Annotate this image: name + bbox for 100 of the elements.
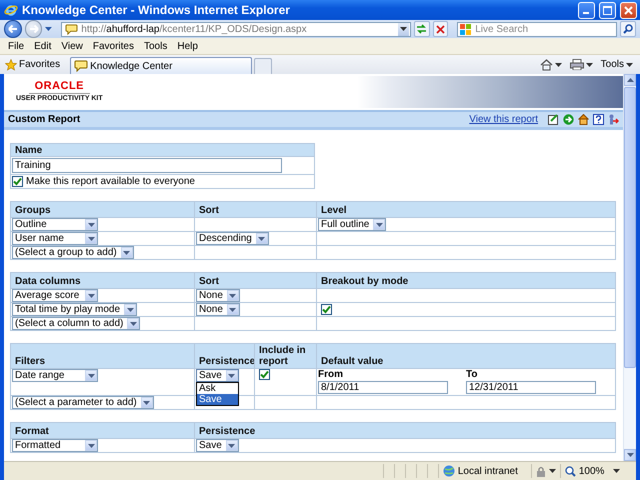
column-header: Level <box>316 202 615 217</box>
address-field[interactable]: http://ahufford-lap/kcenter11/KP_ODS/Design.aspx <box>61 22 411 36</box>
security-zone: Local intranet <box>458 466 518 476</box>
name-field[interactable]: Training <box>12 158 282 173</box>
home-icon <box>540 58 553 70</box>
refresh-button[interactable] <box>414 21 430 37</box>
printer-icon <box>570 59 584 70</box>
checkbox[interactable] <box>12 176 23 187</box>
scroll-up-button[interactable] <box>624 74 636 86</box>
menu-item[interactable]: Help <box>173 40 204 52</box>
speech-bubble-icon <box>74 60 88 72</box>
left-arrow-icon <box>8 25 18 33</box>
dropdown-arrow-icon <box>228 374 236 378</box>
menu-item[interactable]: Tools <box>140 40 174 52</box>
column-header: Include in report <box>254 344 316 368</box>
field-label: To <box>466 369 478 380</box>
dropdown[interactable]: Full outline <box>318 218 386 231</box>
column-header: Format <box>11 423 194 438</box>
column-header: Sort <box>194 202 316 217</box>
home-icon[interactable] <box>578 114 589 125</box>
maximize-button[interactable] <box>599 2 616 18</box>
column-header: Groups <box>11 202 194 217</box>
dropdown[interactable]: Average score <box>12 289 98 302</box>
menu-item[interactable]: File <box>4 40 30 52</box>
dropdown[interactable]: User name <box>12 232 98 245</box>
window-title: Knowledge Center - Windows Internet Explorer <box>22 3 291 17</box>
search-icon <box>623 24 634 34</box>
view-report-link[interactable]: View this report <box>469 114 538 125</box>
address-dropdown-button[interactable] <box>398 22 409 36</box>
dropdown-arrow-icon <box>88 374 94 378</box>
date-field[interactable]: 8/1/2011 <box>318 381 448 394</box>
globe-icon <box>442 465 455 477</box>
dropdown-arrow-icon <box>88 444 94 448</box>
dropdown[interactable]: (Select a column to add) <box>12 317 140 330</box>
date-field[interactable]: 12/31/2011 <box>466 381 596 394</box>
checkbox[interactable] <box>259 369 270 380</box>
column-header: Persistence <box>194 344 254 368</box>
dropdown-arrow-icon <box>130 322 137 326</box>
dropdown[interactable]: Total time by play mode <box>12 303 138 316</box>
dropdown[interactable]: (Select a group to add) <box>12 246 134 259</box>
menu-item[interactable]: View <box>57 40 89 52</box>
section-header: Name <box>11 144 314 156</box>
dropdown[interactable]: Save <box>196 369 239 382</box>
menu-item[interactable]: Edit <box>30 40 58 52</box>
up-arrow-icon <box>626 78 634 82</box>
field-label: From <box>318 369 344 380</box>
dropdown-arrow-icon <box>229 294 236 298</box>
dropdown-arrow-icon <box>88 294 94 298</box>
back-button[interactable] <box>4 20 22 38</box>
maximize-icon <box>603 6 612 14</box>
dropdown[interactable]: Save <box>196 439 239 452</box>
edit-document-icon[interactable] <box>548 114 559 125</box>
lock-icon <box>536 466 546 476</box>
column-header: Breakout by mode <box>316 273 615 288</box>
scroll-down-button[interactable] <box>624 449 636 461</box>
menu-item[interactable]: Favorites <box>88 40 140 52</box>
browser-logo-icon <box>4 3 18 17</box>
star-icon <box>5 58 17 70</box>
dropdown-arrow-icon <box>126 308 134 312</box>
close-icon <box>436 24 445 34</box>
dropdown[interactable]: Outline <box>12 218 98 231</box>
search-field[interactable]: Live Search <box>457 22 618 36</box>
column-header: Sort <box>194 273 316 288</box>
minimize-button[interactable] <box>578 2 595 18</box>
dropdown-option[interactable]: Save <box>197 394 238 405</box>
caret-icon <box>548 469 556 473</box>
history-dropdown-icon[interactable] <box>45 27 52 31</box>
column-header: Persistence <box>194 423 615 438</box>
speech-bubble-icon <box>65 24 78 34</box>
dropdown[interactable]: Formatted <box>12 439 98 452</box>
dropdown-option[interactable]: Ask <box>197 383 238 394</box>
caret-icon <box>626 62 633 66</box>
down-arrow-icon <box>626 453 634 457</box>
dropdown[interactable]: Descending <box>196 232 269 245</box>
dropdown-arrow-icon <box>229 308 236 312</box>
close-button[interactable] <box>620 2 637 18</box>
dropdown[interactable]: Date range <box>12 369 98 382</box>
browser-tab[interactable]: Knowledge Center <box>70 57 252 74</box>
tools-button[interactable]: Tools <box>598 56 636 72</box>
favorites-button[interactable]: Favorites <box>4 56 64 72</box>
caret-icon <box>586 62 593 66</box>
right-arrow-icon <box>28 25 39 33</box>
report-title: Custom Report <box>8 114 82 125</box>
column-header: Data columns <box>11 273 194 288</box>
zoom-button[interactable]: 100% <box>560 464 624 478</box>
stop-button[interactable] <box>432 21 448 37</box>
refresh-icon <box>416 24 428 34</box>
dropdown-arrow-icon <box>88 236 94 240</box>
dropdown[interactable]: (Select a parameter to add) <box>12 396 154 409</box>
caret-icon <box>400 27 407 31</box>
dropdown[interactable]: None <box>196 289 240 302</box>
dropdown-arrow-icon <box>123 250 130 254</box>
help-icon[interactable] <box>593 114 604 125</box>
dropdown-arrow-icon <box>228 444 236 448</box>
forward-arrow-icon[interactable] <box>563 114 574 125</box>
checkbox[interactable] <box>321 304 332 315</box>
search-button[interactable] <box>620 21 636 37</box>
dropdown[interactable]: None <box>196 303 240 316</box>
exit-icon[interactable] <box>608 114 619 125</box>
column-header: Filters <box>11 344 194 368</box>
